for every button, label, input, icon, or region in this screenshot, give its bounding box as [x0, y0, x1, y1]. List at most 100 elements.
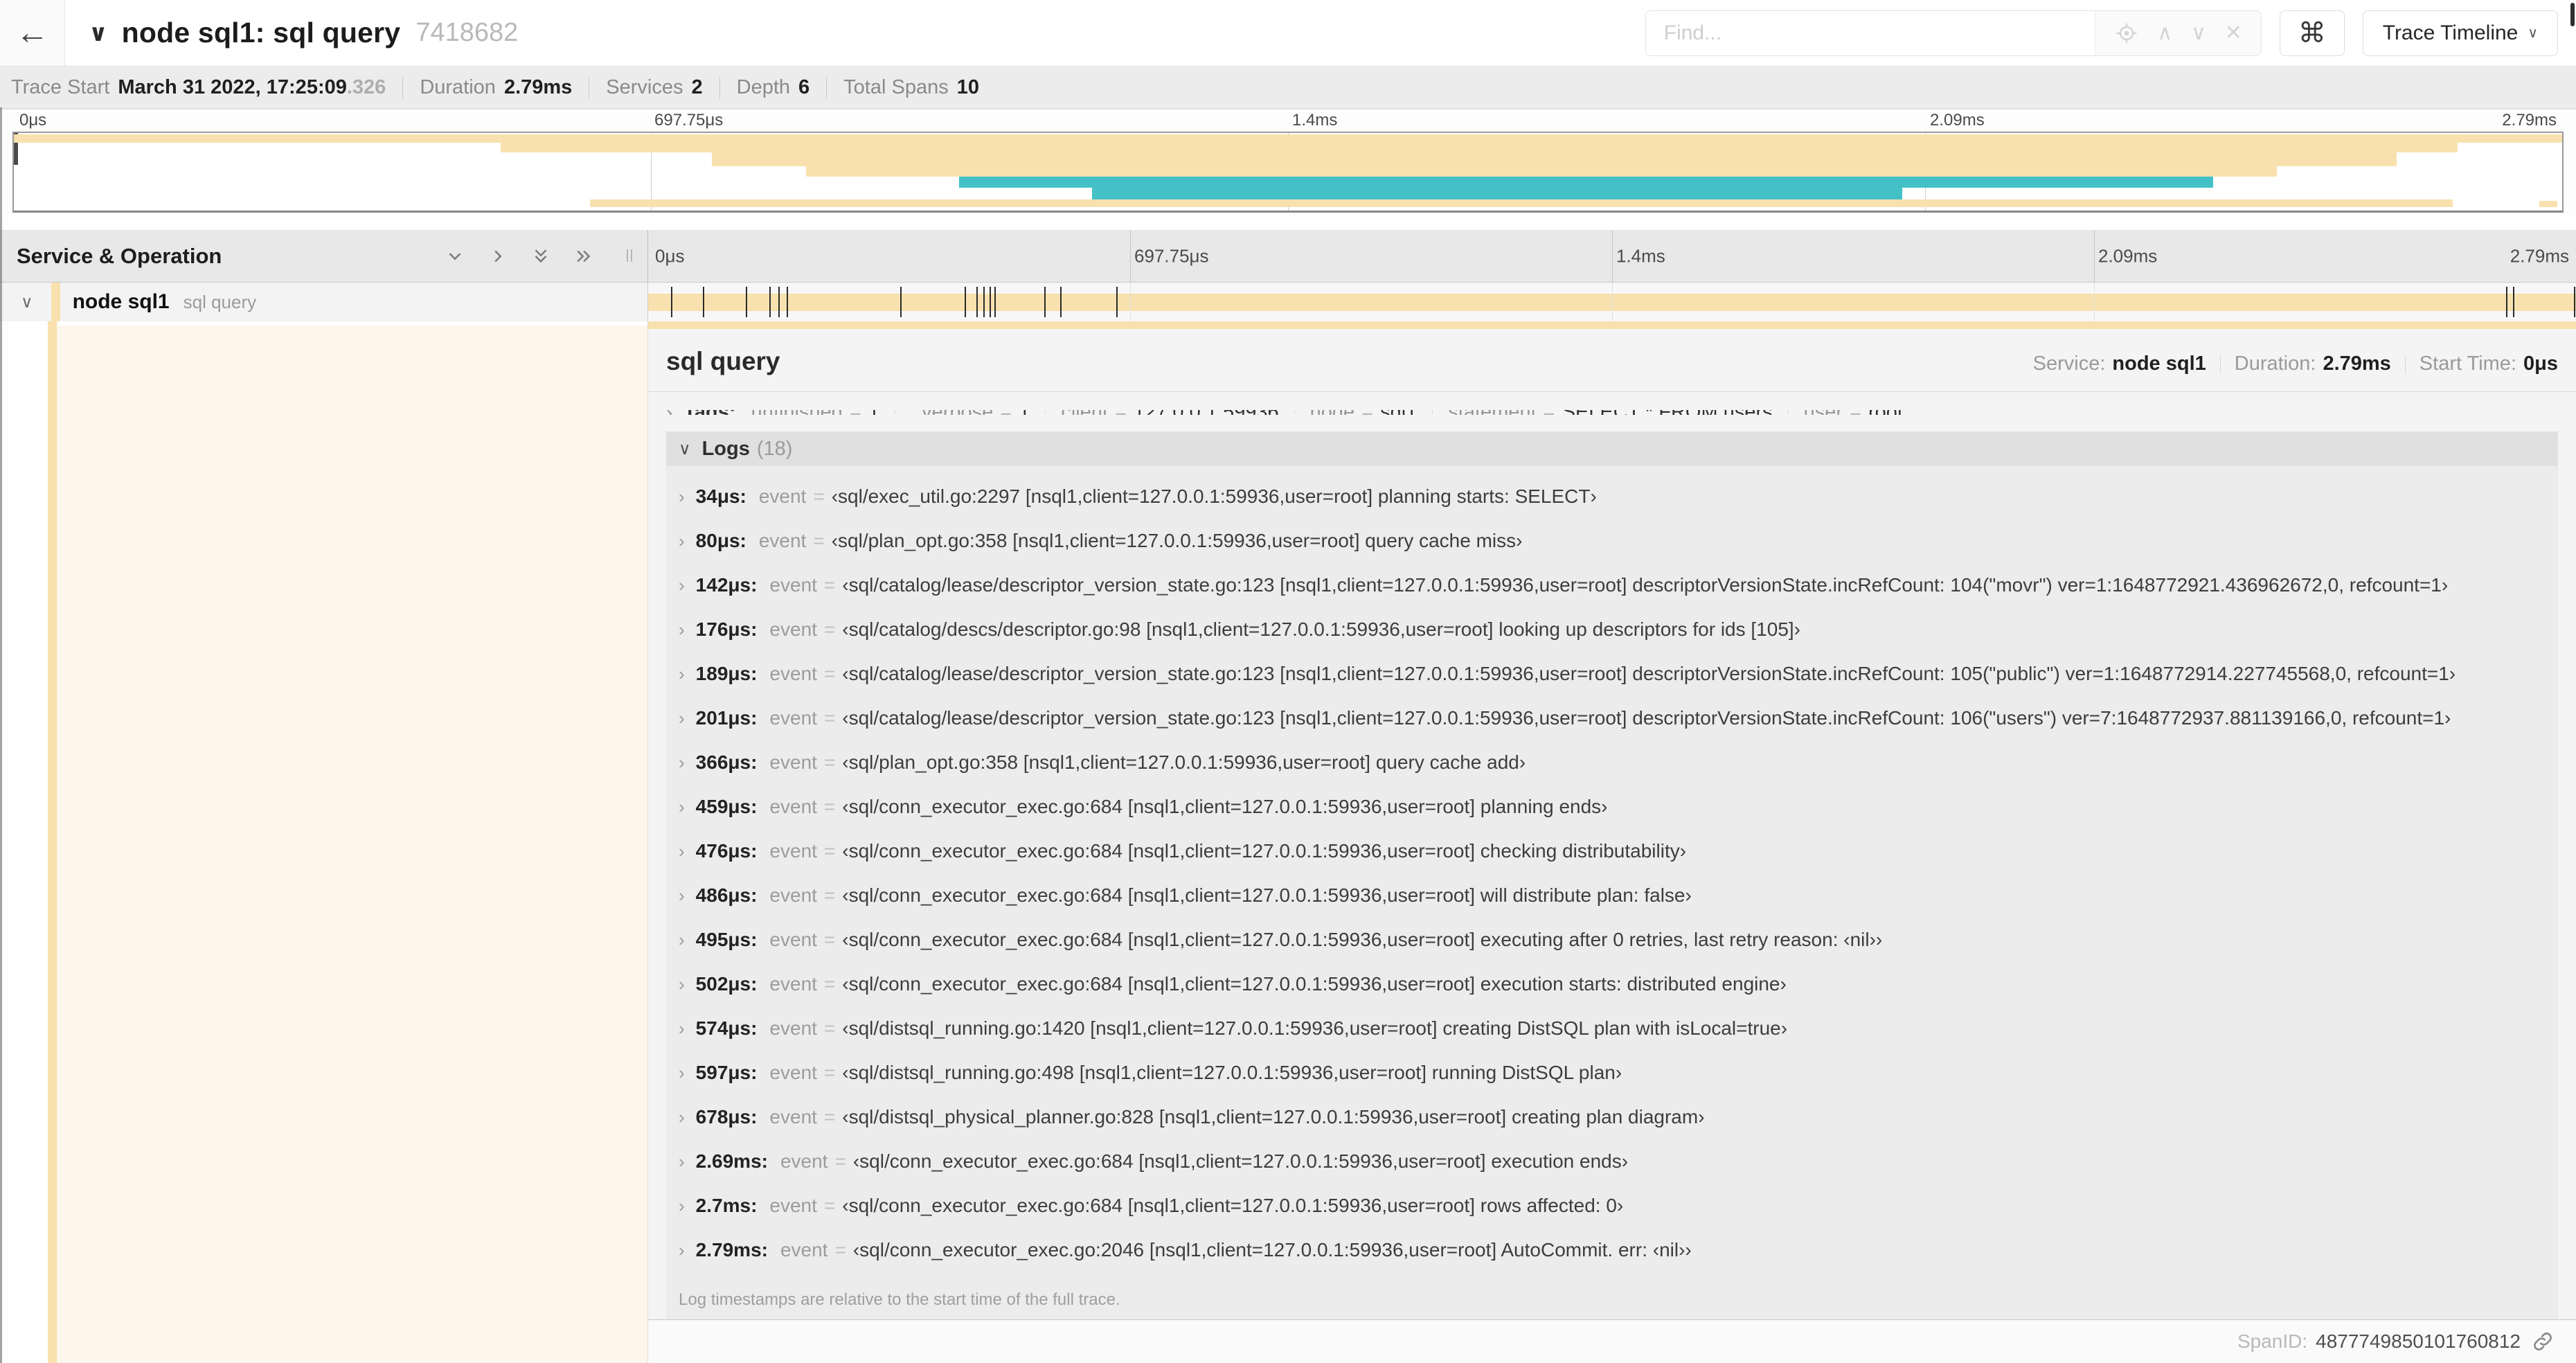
log-marker-tick[interactable] — [976, 287, 978, 317]
log-expand-icon[interactable]: › — [679, 708, 685, 729]
collapse-trace-icon[interactable]: ∨ — [89, 19, 108, 47]
double-chevron-right-icon[interactable] — [573, 245, 595, 267]
span-color-accent — [48, 321, 57, 1363]
log-marker-tick[interactable] — [1059, 287, 1062, 317]
find-input[interactable] — [1645, 10, 2095, 55]
log-marker-tick[interactable] — [989, 287, 991, 317]
log-expand-icon[interactable]: › — [679, 841, 685, 862]
log-entry-row[interactable]: › 2.7ms: event = ‹sql/conn_executor_exec… — [666, 1184, 2558, 1228]
log-marker-tick[interactable] — [1116, 287, 1118, 317]
log-expand-icon[interactable]: › — [679, 1240, 685, 1261]
summary-value: 10 — [956, 76, 979, 98]
span-collapse-icon[interactable]: ∨ — [21, 292, 33, 312]
log-expand-icon[interactable]: › — [679, 1151, 685, 1173]
log-timestamp: 459μs: — [695, 796, 758, 817]
logs-header[interactable]: ∨ Logs (18) — [666, 431, 2558, 466]
log-marker-tick[interactable] — [2513, 287, 2515, 317]
log-expand-icon[interactable]: › — [679, 974, 685, 995]
log-marker-tick[interactable] — [2574, 287, 2576, 317]
log-timestamp: 486μs: — [695, 884, 758, 906]
trace-summary-item: Trace Start March 31 2022, 17:25:09.326 — [11, 76, 386, 99]
find-clear-icon[interactable]: ✕ — [2225, 22, 2242, 44]
log-expand-icon[interactable]: › — [679, 575, 685, 596]
log-equals: = — [823, 884, 836, 906]
find-prev-icon[interactable]: ∧ — [2157, 22, 2172, 44]
log-marker-tick[interactable] — [670, 287, 672, 317]
scrollbar-thumb[interactable] — [2570, 3, 2575, 26]
log-expand-icon[interactable]: › — [679, 531, 685, 552]
log-entry-row[interactable]: › 2.79ms: event = ‹sql/conn_executor_exe… — [666, 1228, 2558, 1272]
log-entry-row[interactable]: › 459μs: event = ‹sql/conn_executor_exec… — [666, 785, 2558, 829]
span-row-service-cell[interactable]: ∨ node sql1 sql query — [0, 283, 648, 321]
log-event-label: event — [769, 1195, 817, 1216]
log-entry-row[interactable]: › 176μs: event = ‹sql/catalog/descs/desc… — [666, 607, 2558, 652]
log-entry-row[interactable]: › 502μs: event = ‹sql/conn_executor_exec… — [666, 962, 2558, 1006]
keyboard-shortcuts-button[interactable]: ⌘ — [2279, 10, 2345, 56]
log-expand-icon[interactable]: › — [679, 885, 685, 907]
log-entry-row[interactable]: › 34μs: event = ‹sql/exec_util.go:2297 [… — [666, 474, 2558, 519]
log-entry-row[interactable]: › 189μs: event = ‹sql/catalog/lease/desc… — [666, 652, 2558, 696]
tags-expand-icon[interactable]: › — [666, 410, 672, 415]
log-marker-tick[interactable] — [965, 287, 966, 317]
log-marker-tick[interactable] — [2506, 287, 2508, 317]
log-marker-tick[interactable] — [769, 287, 771, 317]
locate-icon[interactable] — [2114, 21, 2139, 46]
tag-key: client — [1061, 410, 1108, 415]
tag-item: user = root — [1773, 410, 1903, 415]
log-marker-tick[interactable] — [745, 287, 747, 317]
expand-one-icon[interactable] — [487, 245, 509, 267]
logs-title: Logs — [701, 437, 750, 460]
log-expand-icon[interactable]: › — [679, 619, 685, 641]
tag-item: statement = SELECT * FROM users — [1417, 410, 1773, 415]
double-chevron-down-icon[interactable] — [530, 245, 552, 267]
log-entry-row[interactable]: › 476μs: event = ‹sql/conn_executor_exec… — [666, 829, 2558, 873]
collapse-all-icon[interactable] — [444, 245, 466, 267]
log-entry-row[interactable]: › 366μs: event = ‹sql/plan_opt.go:358 [n… — [666, 740, 2558, 785]
log-message: ‹sql/plan_opt.go:358 [nsql1,client=127.0… — [831, 530, 1523, 551]
logs-list: › 34μs: event = ‹sql/exec_util.go:2297 [… — [666, 466, 2558, 1279]
log-timestamp: 2.69ms: — [695, 1150, 768, 1172]
log-expand-icon[interactable]: › — [679, 1107, 685, 1128]
trace-view-select[interactable]: Trace Timeline ∨ — [2362, 10, 2558, 56]
log-expand-icon[interactable]: › — [679, 752, 685, 774]
log-marker-tick[interactable] — [702, 287, 704, 317]
log-expand-icon[interactable]: › — [679, 1195, 685, 1217]
log-equals: = — [834, 1239, 846, 1260]
log-equals: = — [813, 485, 825, 507]
log-expand-icon[interactable]: › — [679, 663, 685, 685]
log-expand-icon[interactable]: › — [679, 486, 685, 508]
log-marker-tick[interactable] — [786, 287, 788, 317]
log-entry-row[interactable]: › 486μs: event = ‹sql/conn_executor_exec… — [666, 873, 2558, 918]
log-entry-row[interactable]: › 142μs: event = ‹sql/catalog/lease/desc… — [666, 563, 2558, 607]
tags-label: Tags: — [683, 410, 735, 415]
log-entry-row[interactable]: › 495μs: event = ‹sql/conn_executor_exec… — [666, 918, 2558, 962]
deep-link-icon[interactable] — [2532, 1330, 2554, 1353]
log-expand-icon[interactable]: › — [679, 796, 685, 818]
timeline-gridline — [1130, 230, 1131, 282]
service-label: Service: — [2032, 353, 2106, 375]
log-entry-row[interactable]: › 678μs: event = ‹sql/distsql_physical_p… — [666, 1095, 2558, 1139]
log-expand-icon[interactable]: › — [679, 1062, 685, 1084]
log-entry-row[interactable]: › 201μs: event = ‹sql/catalog/lease/desc… — [666, 696, 2558, 740]
log-marker-tick[interactable] — [994, 287, 996, 317]
log-expand-icon[interactable]: › — [679, 929, 685, 951]
log-marker-tick[interactable] — [983, 287, 985, 317]
summary-label: Trace Start — [11, 76, 110, 98]
span-row-timeline-cell[interactable] — [648, 283, 2576, 321]
log-marker-tick[interactable] — [778, 287, 780, 317]
log-expand-icon[interactable]: › — [679, 1018, 685, 1040]
log-entry-row[interactable]: › 80μs: event = ‹sql/plan_opt.go:358 [ns… — [666, 519, 2558, 563]
log-entry-row[interactable]: › 597μs: event = ‹sql/distsql_running.go… — [666, 1051, 2558, 1095]
log-entry-row[interactable]: › 574μs: event = ‹sql/distsql_running.go… — [666, 1006, 2558, 1051]
log-marker-tick[interactable] — [900, 287, 902, 317]
log-message: ‹sql/distsql_running.go:1420 [nsql1,clie… — [842, 1017, 1788, 1039]
divider — [1787, 410, 1789, 415]
minimap-canvas[interactable] — [12, 132, 2564, 213]
find-next-icon[interactable]: ∨ — [2191, 22, 2206, 44]
back-button[interactable]: ← — [0, 0, 65, 66]
log-timestamp: 176μs: — [695, 618, 758, 640]
logs-collapse-icon: ∨ — [679, 439, 691, 458]
log-marker-tick[interactable] — [1044, 287, 1046, 317]
log-entry-row[interactable]: › 2.69ms: event = ‹sql/conn_executor_exe… — [666, 1139, 2558, 1184]
column-resizer-handle[interactable] — [627, 249, 632, 262]
